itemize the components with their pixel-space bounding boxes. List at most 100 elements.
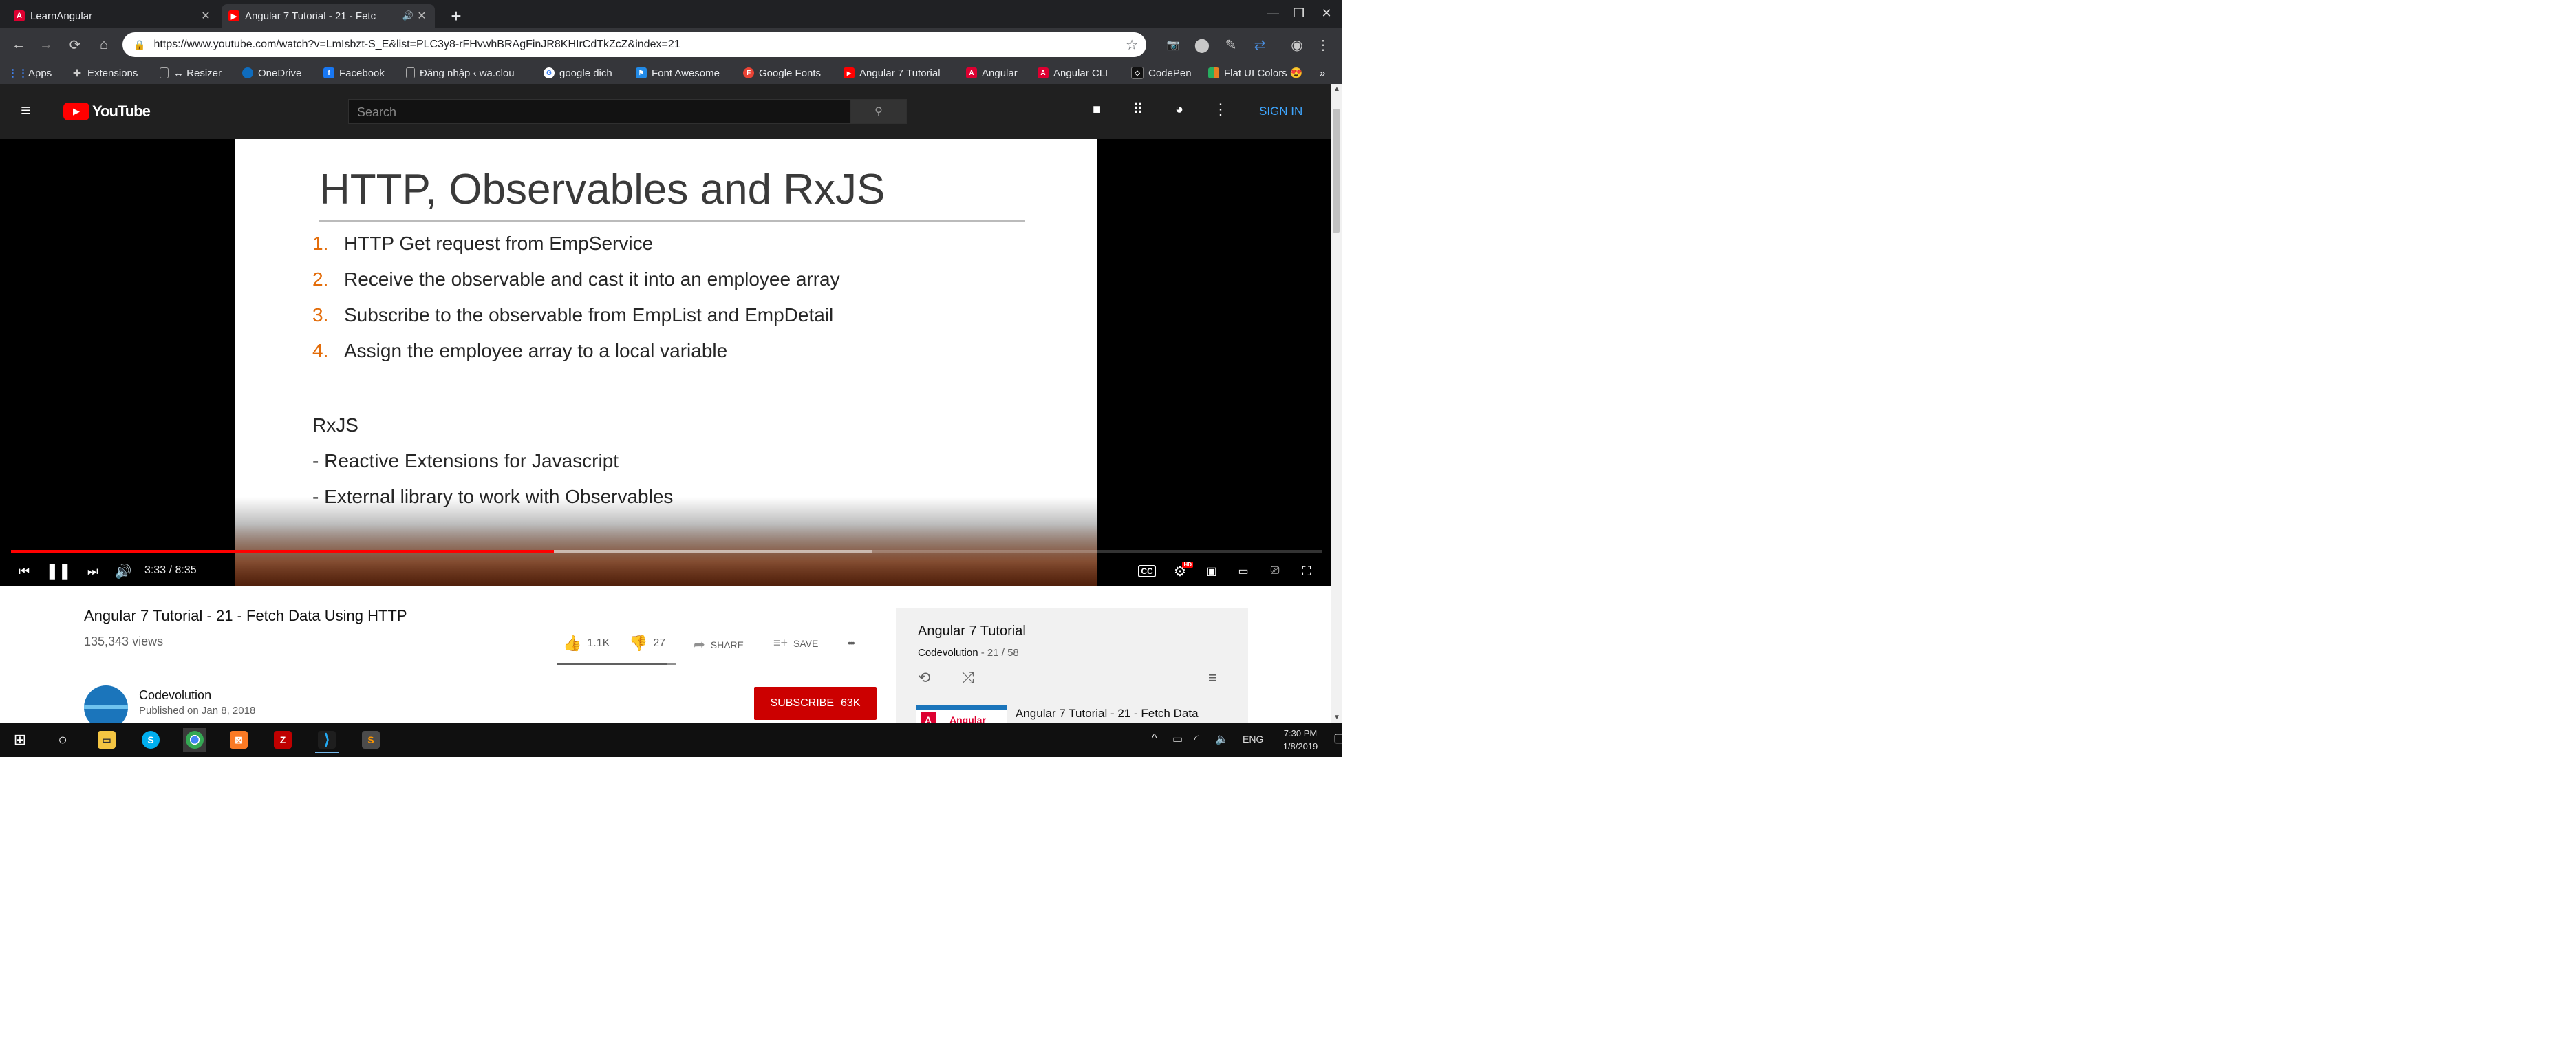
hamburger-menu-icon[interactable]: ≡ [21,101,39,120]
save-button[interactable]: ≡+ SAVE [773,636,818,650]
playlist-position: - 21 / 58 [978,647,1019,659]
bookmark-font-awesome[interactable]: ⚑ Font Awesome [636,65,720,81]
windows-start-icon[interactable]: ⊞ [8,728,32,752]
miniplayer-icon[interactable]: ▣ [1201,559,1222,584]
playlist-item-thumbnail[interactable]: A Angular [916,705,1007,723]
bookmark-google-dich[interactable]: Ggoogle dich [544,65,612,81]
pause-icon[interactable]: ❚❚ [46,559,72,584]
camera-extension-icon[interactable]: 📷 [1164,36,1182,54]
video-player[interactable]: HTTP, Observables and RxJS 1. HTTP Get re… [0,139,1331,586]
subscribe-button[interactable]: SUBSCRIBE 63K [754,687,877,720]
language-indicator[interactable]: ENG [1243,734,1263,745]
forward-icon[interactable]: → [37,36,55,54]
bookmark-wa-clou[interactable]: Đăng nhập ‹ wa.clou [406,65,515,81]
close-tab-icon[interactable]: ✕ [416,9,428,23]
wifi-icon[interactable]: ◜ [1194,732,1199,746]
playlist-title[interactable]: Angular 7 Tutorial [918,624,1026,639]
bookmark-facebook[interactable]: f Facebook [323,65,385,81]
cast-icon[interactable]: ⎚ [1265,559,1285,584]
slide-list-text: Receive the observable and cast it into … [344,268,840,290]
file-explorer-icon[interactable]: ▭ [95,728,118,752]
pen-extension-icon[interactable]: ✎ [1222,36,1240,54]
bookmark-resizer[interactable]: ↔ Resizer [160,65,222,81]
loop-icon[interactable]: ⟲ [918,669,930,687]
bookmark-extensions[interactable]: ✚ Extensions [72,65,138,81]
messages-icon[interactable]: ◕ [1170,102,1189,121]
xampp-icon[interactable]: ⊠ [227,728,250,752]
chrome-icon[interactable] [183,728,206,752]
bookmark-angular-cli[interactable]: A Angular CLI [1038,65,1108,81]
settings-kebab-icon[interactable]: ⋮ [1211,100,1230,120]
back-icon[interactable]: ← [10,36,28,54]
volume-tray-icon[interactable]: 🔈 [1215,732,1229,746]
dislike-button[interactable]: 👎 27 [629,635,665,652]
home-icon[interactable]: ⌂ [95,36,113,54]
speaker-icon[interactable]: 🔊 [400,10,416,21]
minimize-button[interactable]: — [1259,3,1287,23]
new-tab-button[interactable]: + [444,4,468,28]
more-actions-icon[interactable]: ••• [848,637,855,648]
address-bar[interactable]: 🔒 https://www.youtube.com/watch?v=LmIsbz… [122,32,1146,57]
reload-icon[interactable]: ⟳ [66,36,84,54]
search-button[interactable]: ⚲ [850,99,907,124]
share-button[interactable]: ➦ SHARE [694,636,744,653]
page-icon [406,67,415,78]
cortana-search-icon[interactable]: ○ [51,728,74,752]
playlist-menu-icon[interactable]: ≡ [1208,669,1217,687]
bookmark-star-icon[interactable]: ☆ [1126,36,1138,54]
slide-list-text: Assign the employee array to a local var… [344,340,728,361]
sublime-text-icon[interactable]: S [359,728,383,752]
sign-in-button[interactable]: SIGN IN [1259,105,1302,118]
scroll-up-arrow-icon[interactable]: ▲ [1333,85,1340,93]
youtube-logo[interactable]: ▶ YouTube [63,102,151,121]
restore-button[interactable]: ❐ [1285,3,1313,23]
tab-angular-tutorial[interactable]: ▶ Angular 7 Tutorial - 21 - Fetc 🔊 ✕ [222,4,435,28]
bookmark-angular[interactable]: A Angular [966,65,1018,81]
scroll-down-arrow-icon[interactable]: ▼ [1333,714,1340,721]
apps-grid-icon[interactable]: ⠿ [1128,100,1148,120]
previous-icon[interactable]: ⏮ [14,559,34,584]
channel-name[interactable]: Codevolution [139,688,211,703]
scrollbar-thumb[interactable] [1333,109,1340,233]
battery-icon[interactable]: ▭ [1172,732,1183,746]
create-video-icon[interactable]: ■ [1087,102,1106,121]
search-input[interactable]: Search [348,99,850,124]
channel-avatar[interactable] [84,685,128,723]
shuffle-icon[interactable]: ⤮ [962,669,974,687]
bookmark-codepen[interactable]: ◇ CodePen [1131,65,1192,81]
extension-circle-icon[interactable]: ⬤ [1193,36,1211,54]
next-icon[interactable]: ⏭ [83,559,103,584]
bookmark-flat-ui-colors[interactable]: Flat UI Colors 😍 [1208,65,1303,81]
settings-gear-icon[interactable]: ⚙ HD [1168,559,1193,584]
translate-extension-icon[interactable]: ⇄ [1251,36,1269,54]
tab-learnangular[interactable]: A LearnAngular ✕ [7,4,219,28]
skype-icon[interactable]: S [139,728,162,752]
bookmarks-overflow[interactable]: » [1320,65,1325,81]
page-scrollbar[interactable]: ▲ ▼ [1331,84,1342,723]
close-window-button[interactable]: ✕ [1313,3,1340,23]
slide-title-rule [319,220,1025,222]
fullscreen-icon[interactable]: ⛶ [1296,559,1317,584]
profile-icon[interactable]: ◉ [1288,36,1306,54]
bookmark-label: Angular 7 Tutorial [859,67,941,79]
bookmark-label: google dich [559,67,612,79]
bookmark-google-fonts[interactable]: F Google Fonts [743,65,821,81]
progress-bar[interactable] [11,550,1322,553]
playlist-channel[interactable]: Codevolution [918,647,978,659]
playlist-item-title[interactable]: Angular 7 Tutorial - 21 - Fetch Data Usi… [1016,706,1215,723]
bookmark-apps[interactable]: ⋮⋮ Apps [8,65,52,81]
filezilla-icon[interactable]: Z [271,728,294,752]
like-button[interactable]: 👍 1.1K [563,635,610,652]
bookmark-angular-7-tutorial[interactable]: ▶ Angular 7 Tutorial [844,65,941,81]
tray-expand-icon[interactable]: ^ [1152,732,1157,745]
vscode-icon[interactable]: ⟩ [315,728,339,753]
theater-mode-icon[interactable]: ▭ [1233,559,1254,584]
clock[interactable]: 7:30 PM 1/8/2019 [1280,727,1321,753]
bookmark-onedrive[interactable]: OneDrive [242,65,301,81]
action-center-icon[interactable]: ▢ [1333,731,1342,745]
close-tab-icon[interactable]: ✕ [200,9,212,23]
volume-icon[interactable]: 🔊 [113,559,133,584]
captions-icon[interactable]: CC [1137,559,1157,584]
bookmark-label: Angular [982,67,1018,79]
menu-kebab-icon[interactable]: ⋮ [1314,36,1332,54]
